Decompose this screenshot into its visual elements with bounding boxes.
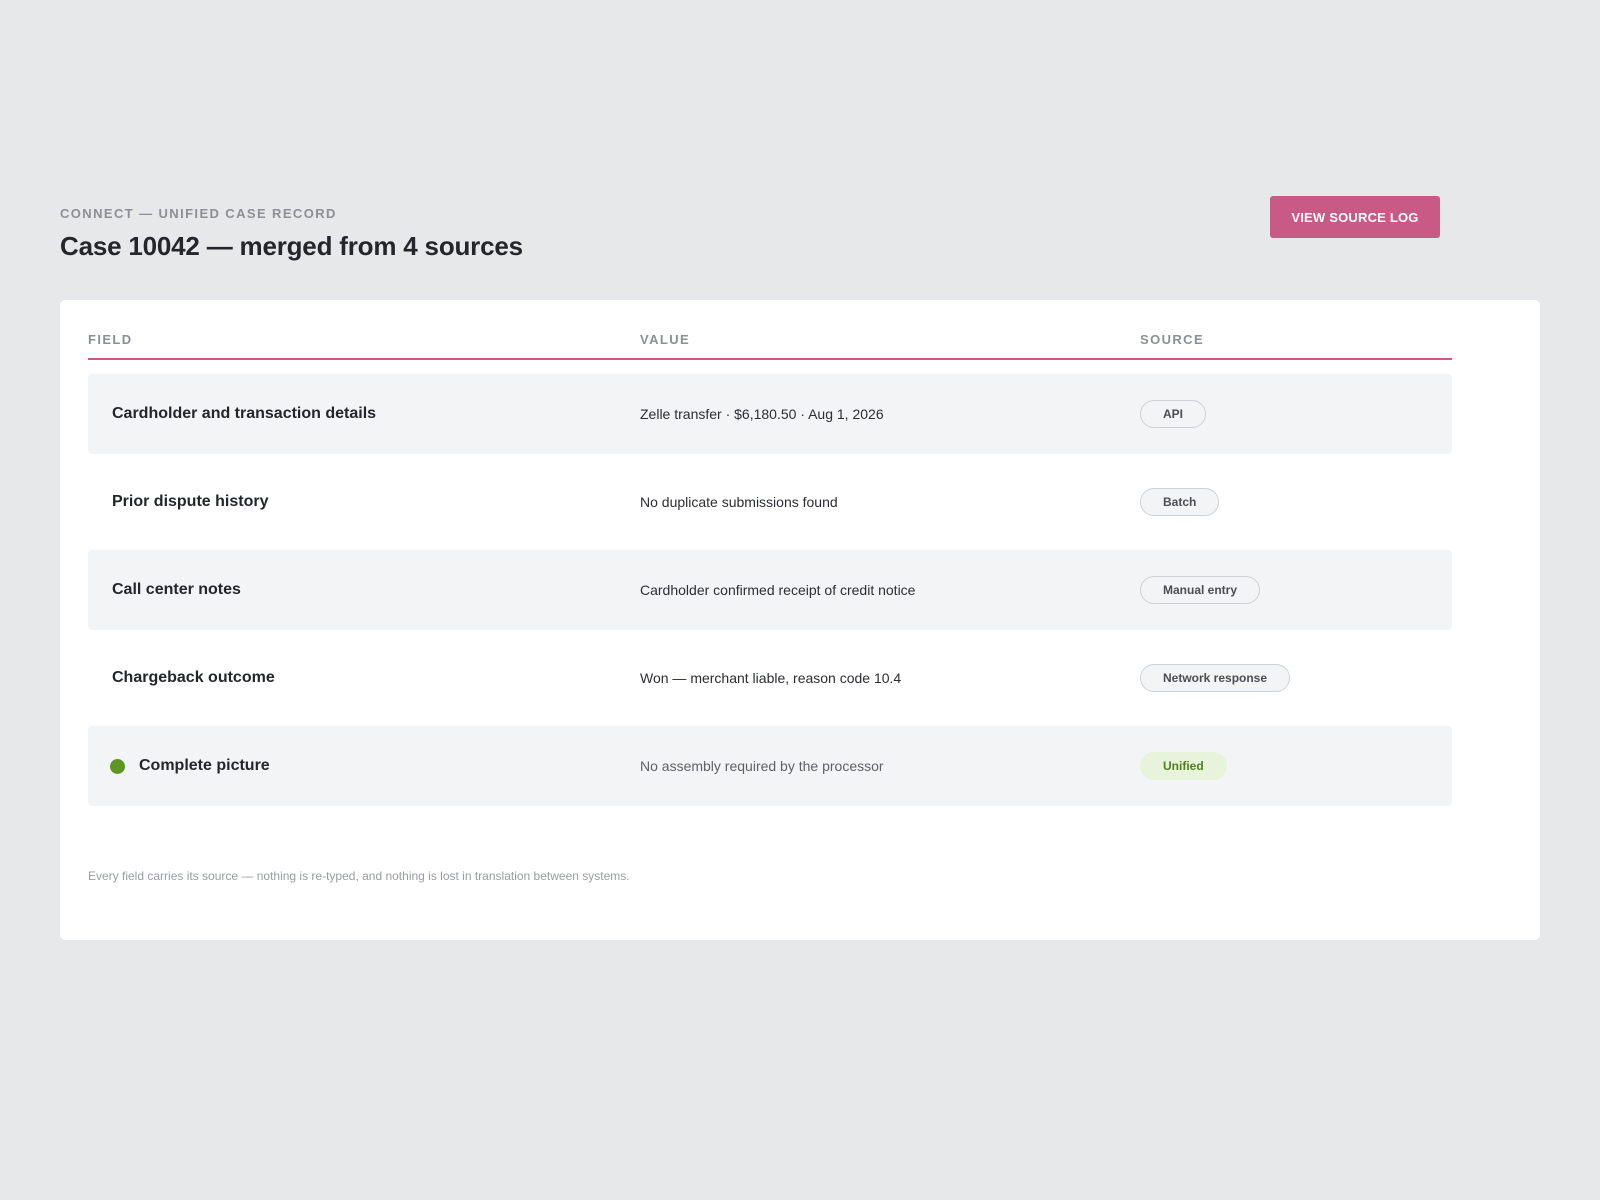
field-value: Cardholder confirmed receipt of credit n… bbox=[640, 582, 916, 598]
table-row: Cardholder and transaction details Zelle… bbox=[88, 374, 1452, 454]
source-cell: API bbox=[1140, 374, 1207, 454]
column-header-field: FIELD bbox=[88, 332, 133, 347]
source-cell: Manual entry bbox=[1140, 550, 1261, 630]
source-cell: Batch bbox=[1140, 462, 1220, 542]
case-record-card: FIELD VALUE SOURCE Cardholder and transa… bbox=[60, 300, 1540, 940]
source-badge: Manual entry bbox=[1140, 576, 1261, 604]
column-header-value: VALUE bbox=[640, 332, 691, 347]
field-value: Zelle transfer · $6,180.50 · Aug 1, 2026 bbox=[640, 406, 884, 422]
source-badge: Network response bbox=[1140, 664, 1291, 692]
table-row: Call center notes Cardholder confirmed r… bbox=[88, 550, 1452, 630]
field-value: No assembly required by the processor bbox=[640, 758, 884, 774]
case-fields-table: FIELD VALUE SOURCE Cardholder and transa… bbox=[88, 330, 1452, 814]
field-label: Call center notes bbox=[112, 581, 241, 598]
field-value: Won — merchant liable, reason code 10.4 bbox=[640, 670, 902, 686]
source-badge: API bbox=[1140, 400, 1207, 428]
field-label: Cardholder and transaction details bbox=[112, 405, 377, 422]
table-header: FIELD VALUE SOURCE bbox=[88, 330, 1452, 360]
source-badge: Batch bbox=[1140, 488, 1220, 516]
field-label: Chargeback outcome bbox=[112, 669, 275, 686]
page-title: Case 10042 — merged from 4 sources bbox=[60, 231, 523, 261]
unified-badge: Unified bbox=[1140, 752, 1227, 780]
page-header: CONNECT — UNIFIED CASE RECORD Case 10042… bbox=[60, 206, 1440, 266]
status-dot-icon bbox=[110, 758, 125, 774]
footnote: Every field carries its source — nothing… bbox=[88, 869, 630, 883]
table-row-summary: Complete picture No assembly required by… bbox=[88, 726, 1452, 806]
table-row: Chargeback outcome Won — merchant liable… bbox=[88, 638, 1452, 718]
table-row: Prior dispute history No duplicate submi… bbox=[88, 462, 1452, 542]
source-cell: Unified bbox=[1140, 726, 1227, 806]
source-cell: Network response bbox=[1140, 638, 1291, 718]
summary-label: Complete picture bbox=[139, 757, 270, 774]
field-value: No duplicate submissions found bbox=[640, 494, 838, 510]
field-label: Prior dispute history bbox=[112, 493, 269, 510]
table-body: Cardholder and transaction details Zelle… bbox=[88, 374, 1452, 806]
view-source-log-button[interactable]: VIEW SOURCE LOG bbox=[1270, 196, 1440, 238]
page-eyebrow: CONNECT — UNIFIED CASE RECORD bbox=[60, 206, 337, 221]
field-label-summary: Complete picture bbox=[110, 726, 270, 806]
column-header-source: SOURCE bbox=[1140, 332, 1205, 347]
